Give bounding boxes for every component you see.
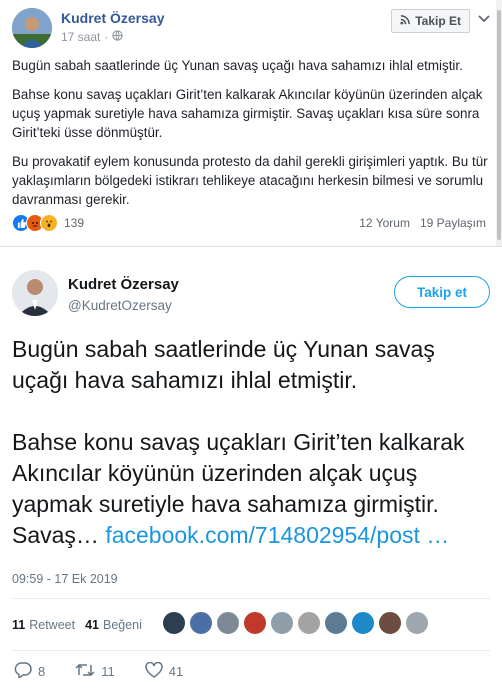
separator-dot: · bbox=[104, 30, 109, 44]
like-count: 41 bbox=[168, 664, 184, 679]
reply-count: 8 bbox=[38, 664, 46, 679]
reply-button[interactable]: 8 bbox=[14, 662, 45, 681]
comment-count[interactable]: 12 Yorum bbox=[359, 216, 410, 230]
tweet-timestamp[interactable]: 09:59 - 17 Ek 2019 bbox=[12, 572, 118, 586]
engagement-stats: 12 Yorum 19 Paylaşım bbox=[359, 216, 486, 230]
post-body: Bugün sabah saatlerinde üç Yunan savaş u… bbox=[12, 56, 492, 219]
share-count[interactable]: 19 Paylaşım bbox=[420, 216, 486, 230]
post-paragraph: Bugün sabah saatlerinde üç Yunan savaş u… bbox=[12, 58, 463, 73]
chevron-down-icon[interactable] bbox=[478, 12, 490, 26]
liker-avatar[interactable] bbox=[162, 611, 186, 635]
like-stat-label: Beğeni bbox=[102, 618, 142, 632]
like-stat[interactable]: 41 Beğeni bbox=[85, 618, 142, 632]
author-name[interactable]: Kudret Özersay bbox=[61, 10, 164, 26]
like-stat-number: 41 bbox=[85, 618, 99, 632]
follow-button[interactable]: Takip Et bbox=[391, 9, 470, 33]
tweet-author-name[interactable]: Kudret Özersay bbox=[68, 276, 179, 293]
liker-avatar[interactable] bbox=[297, 611, 321, 635]
divider bbox=[12, 650, 490, 651]
retweet-icon bbox=[75, 662, 95, 681]
liker-avatar[interactable] bbox=[189, 611, 213, 635]
divider bbox=[12, 598, 490, 599]
post-meta: 17 saat · bbox=[61, 30, 124, 44]
liker-avatars bbox=[162, 611, 429, 635]
liker-avatar[interactable] bbox=[270, 611, 294, 635]
tweet-text: Bugün sabah saatlerinde üç Yunan savaş u… bbox=[12, 334, 492, 582]
post-time[interactable]: 17 saat bbox=[61, 30, 100, 44]
globe-icon bbox=[112, 30, 124, 44]
tweet-link[interactable]: facebook.com/714802954/post … bbox=[105, 522, 449, 548]
retweet-count: 11 bbox=[101, 664, 115, 679]
follow-button[interactable]: Takip et bbox=[394, 276, 490, 308]
author-avatar[interactable] bbox=[12, 8, 52, 48]
tweet-card: Kudret Özersay @KudretOzersay Takip et B… bbox=[0, 258, 502, 691]
tweet-avatar[interactable] bbox=[12, 270, 58, 316]
tweet-paragraph: Bugün sabah saatlerinde üç Yunan savaş u… bbox=[12, 336, 435, 393]
scrollbar-thumb[interactable] bbox=[497, 10, 501, 240]
like-button[interactable]: 41 bbox=[144, 661, 184, 681]
liker-avatar[interactable] bbox=[243, 611, 267, 635]
tweet-paragraph: Bahse konu savaş uçakları Girit’ten kalk… bbox=[12, 427, 492, 551]
liker-avatar[interactable] bbox=[324, 611, 348, 635]
reply-icon bbox=[14, 662, 32, 681]
facebook-post: Kudret Özersay 17 saat · Takip Et Bugün … bbox=[0, 0, 502, 247]
liker-avatar[interactable] bbox=[378, 611, 402, 635]
tweet-actions: 8 11 41 bbox=[14, 661, 213, 681]
post-paragraph: Bu provakatif eylem konusunda protesto d… bbox=[12, 154, 488, 207]
scrollbar[interactable] bbox=[496, 0, 502, 246]
tweet-stats: 11 Retweet 41 Beğeni bbox=[12, 618, 142, 632]
retweet-stat-number: 11 bbox=[12, 618, 26, 632]
liker-avatar[interactable] bbox=[405, 611, 429, 635]
reaction-count: 139 bbox=[64, 216, 85, 230]
reactions-summary[interactable]: 139 bbox=[12, 214, 84, 232]
post-paragraph: Bahse konu savaş uçakları Girit’ten kalk… bbox=[12, 87, 483, 140]
retweet-stat[interactable]: 11 Retweet bbox=[12, 618, 75, 632]
tweet-author-handle[interactable]: @KudretOzersay bbox=[68, 298, 172, 313]
rss-icon bbox=[400, 14, 411, 28]
liker-avatar[interactable] bbox=[216, 611, 240, 635]
wow-reaction-icon bbox=[40, 214, 58, 232]
retweet-button[interactable]: 11 bbox=[75, 662, 115, 681]
heart-icon bbox=[144, 661, 163, 681]
follow-label: Takip Et bbox=[415, 14, 461, 28]
retweet-stat-label: Retweet bbox=[29, 618, 76, 632]
liker-avatar[interactable] bbox=[351, 611, 375, 635]
